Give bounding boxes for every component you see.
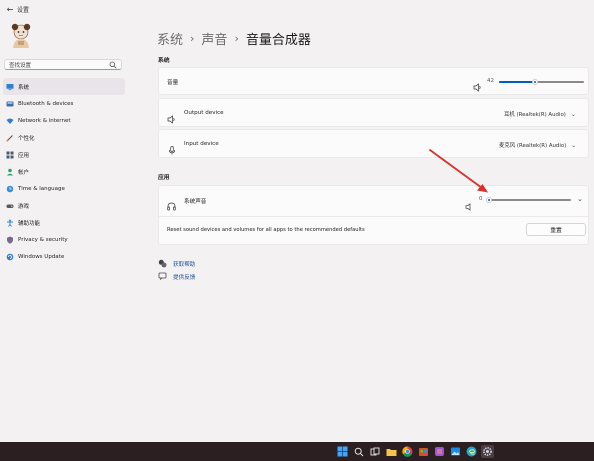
edge-icon[interactable]	[465, 445, 478, 458]
person-icon	[6, 168, 14, 176]
accessibility-icon	[6, 219, 14, 228]
input-device-value: 麦克风 (Realtek(R) Audio)	[499, 143, 567, 149]
speaker-icon[interactable]	[465, 196, 473, 211]
input-device-card: Input device 麦克风 (Realtek(R) Audio) ⌄	[158, 129, 589, 158]
apps-icon	[6, 151, 14, 159]
sidebar-item-label: 辅助功能	[18, 221, 41, 228]
output-device-card: Output device 耳机 (Realtek(R) Audio) ⌄	[158, 98, 589, 127]
sidebar-item-label: 应用	[18, 152, 30, 159]
app-icon[interactable]	[433, 445, 446, 458]
globe-clock-icon	[6, 185, 14, 193]
chevron-down-icon[interactable]: ⌄	[577, 195, 583, 203]
sidebar-item-label: 系统	[18, 84, 30, 91]
task-view-icon[interactable]	[368, 445, 381, 458]
feedback-icon	[158, 272, 167, 281]
sidebar-item-label: Time & language	[18, 186, 65, 193]
section-label-apps: 应用	[158, 175, 170, 181]
sidebar-item-network[interactable]: Network & internet	[3, 112, 125, 129]
avatar[interactable]	[8, 22, 34, 48]
sidebar-item-time-language[interactable]: Time & language	[3, 181, 125, 198]
speaker-icon[interactable]	[473, 77, 482, 92]
windows-start-icon[interactable]	[336, 445, 349, 458]
sidebar-item-accounts[interactable]: 帐户	[3, 163, 125, 180]
output-device-dropdown[interactable]: 耳机 (Realtek(R) Audio) ⌄	[504, 110, 576, 119]
give-feedback-link[interactable]: 提供反馈	[158, 272, 195, 281]
sidebar-item-system[interactable]: 系统	[3, 78, 125, 96]
help-icon	[158, 259, 167, 268]
app-title: 设置	[17, 7, 30, 14]
output-device-label: Output device	[184, 110, 224, 116]
taskbar	[0, 442, 594, 461]
sidebar-item-gaming[interactable]: 游戏	[3, 198, 125, 215]
divider	[159, 216, 588, 217]
sidebar-item-label: 游戏	[18, 204, 30, 211]
breadcrumb: 系统 › 声音 › 音量合成器	[157, 29, 311, 48]
page-title: 音量合成器	[245, 33, 311, 48]
shield-icon	[6, 236, 14, 245]
sidebar-item-apps[interactable]: 应用	[3, 146, 125, 163]
give-feedback-label: 提供反馈	[173, 274, 196, 281]
search-input-value: 查找设置	[9, 62, 32, 69]
monitor-icon	[6, 83, 14, 91]
sidebar-item-label: 个性化	[18, 135, 35, 142]
sidebar-nav: 系统 Bluetooth & devices Network & interne…	[0, 78, 130, 266]
photos-icon[interactable]	[449, 445, 462, 458]
input-device-label: Input device	[184, 141, 219, 147]
breadcrumb-sound[interactable]: 声音	[201, 29, 227, 48]
store-icon[interactable]	[417, 445, 430, 458]
sidebar-item-windows-update[interactable]: Windows Update	[3, 249, 125, 266]
back-arrow-icon[interactable]: ←	[5, 4, 15, 14]
search-icon[interactable]	[109, 61, 117, 69]
gamepad-icon	[6, 202, 14, 210]
speaker-icon	[167, 109, 176, 124]
sidebar-item-label: Bluetooth & devices	[18, 100, 74, 107]
microphone-icon	[168, 140, 176, 155]
search-input[interactable]: 查找设置	[4, 59, 122, 70]
sidebar-item-label: Network & internet	[18, 117, 71, 124]
update-icon	[6, 253, 14, 261]
headphones-icon	[167, 196, 176, 211]
sidebar-item-bluetooth[interactable]: Bluetooth & devices	[3, 95, 125, 112]
chevron-right-icon: ›	[234, 32, 239, 45]
bluetooth-icon	[6, 100, 14, 108]
volume-value: 42	[487, 78, 494, 84]
system-sounds-slider-thumb[interactable]	[486, 197, 492, 203]
wifi-icon	[6, 117, 14, 125]
settings-window: ← 设置 查找设置 系统 Bluetooth & devices Network…	[0, 0, 594, 442]
output-device-value: 耳机 (Realtek(R) Audio)	[504, 112, 566, 118]
volume-slider-fill	[499, 81, 535, 83]
section-label-system: 系统	[158, 58, 170, 64]
chrome-icon[interactable]	[401, 445, 414, 458]
volume-label: 音量	[167, 80, 179, 86]
sidebar-item-accessibility[interactable]: 辅助功能	[3, 215, 125, 232]
get-help-label: 获取帮助	[173, 261, 196, 268]
input-device-dropdown[interactable]: 麦克风 (Realtek(R) Audio) ⌄	[499, 141, 577, 150]
reset-button[interactable]: 重置	[526, 223, 586, 236]
brush-icon	[6, 134, 14, 142]
volume-slider-thumb[interactable]	[531, 79, 538, 85]
reset-description: Reset sound devices and volumes for all …	[167, 227, 365, 233]
sidebar-item-personalization[interactable]: 个性化	[3, 129, 125, 146]
chevron-right-icon: ›	[190, 32, 195, 45]
chevron-down-icon: ⌄	[571, 141, 577, 149]
system-sounds-value: 0	[479, 196, 483, 202]
system-sounds-label: 系统声音	[184, 199, 207, 205]
volume-card: 音量 42	[158, 67, 589, 95]
chevron-down-icon: ⌄	[570, 110, 576, 118]
settings-gear-icon[interactable]	[481, 445, 494, 458]
sidebar-item-label: 帐户	[18, 170, 30, 177]
apps-card: 系统声音 0 ⌄ Reset sound devices and volumes…	[158, 185, 589, 245]
title-bar: ← 设置	[0, 0, 594, 18]
file-explorer-icon[interactable]	[385, 445, 398, 458]
get-help-link[interactable]: 获取帮助	[158, 259, 195, 268]
breadcrumb-system[interactable]: 系统	[157, 29, 183, 48]
system-sounds-slider-track[interactable]	[489, 199, 571, 201]
search-icon[interactable]	[352, 445, 365, 458]
sidebar-item-label: Privacy & security	[18, 237, 68, 244]
sidebar-item-label: Windows Update	[18, 254, 65, 261]
sidebar-item-privacy[interactable]: Privacy & security	[3, 232, 125, 249]
